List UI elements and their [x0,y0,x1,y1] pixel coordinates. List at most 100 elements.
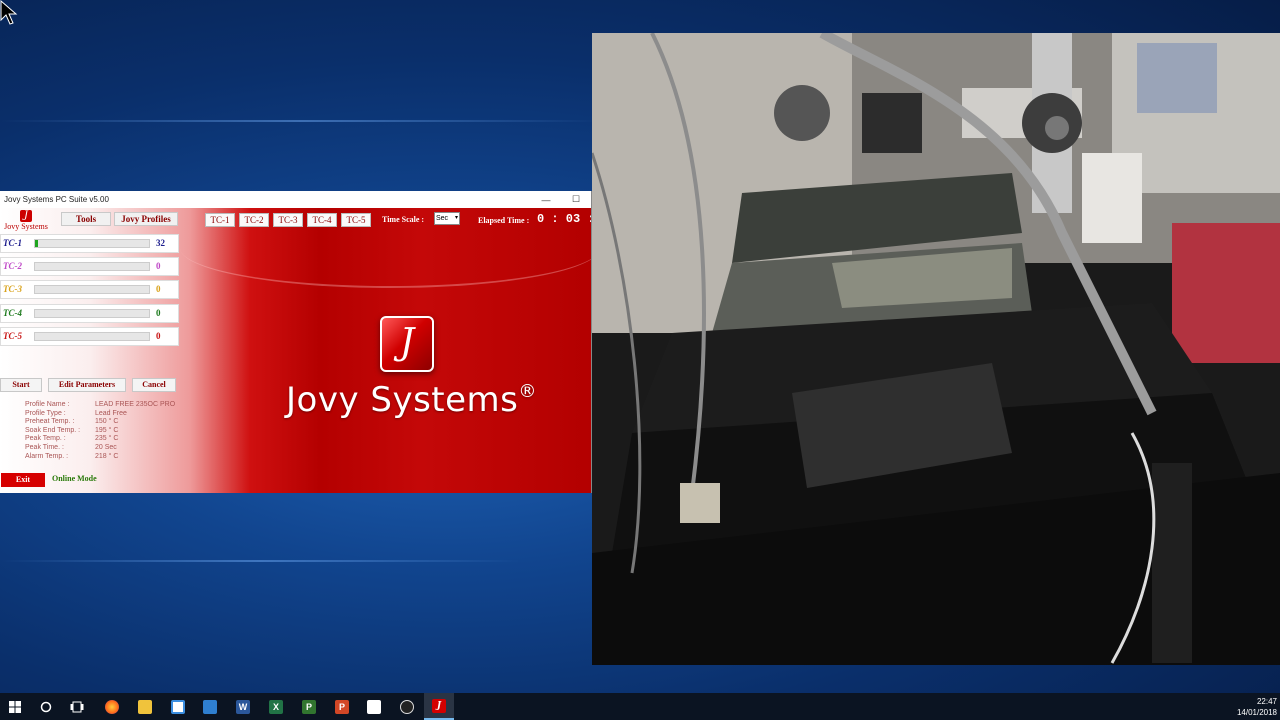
jovy-logo-icon: J [20,210,32,222]
mouse-cursor-icon [0,0,18,25]
clock-time: 22:47 [1256,697,1277,706]
tc4-label: TC-4 [3,308,22,318]
profile-key: Soak End Temp. : [25,426,81,434]
brand-text: Jovy Systems [286,380,519,420]
time-scale-value: Sec [436,215,449,222]
store-icon [171,699,185,714]
tc4-progress-bar [34,309,150,318]
project-taskbar-button[interactable]: P [294,693,324,720]
tc4-value: 0 [156,308,161,318]
profile-info: Profile Name : LEAD FREE 235OC PRO Profil… [25,401,175,461]
tc5-toggle-button[interactable]: TC-5 [341,213,371,227]
cortana-search-icon [40,701,52,712]
firefox-taskbar-button[interactable] [97,693,127,720]
file-explorer-icon [138,699,152,714]
tc5-progress-bar [34,332,150,341]
chevron-down-icon: ▾ [454,215,458,221]
project-icon: P [302,699,316,714]
elapsed-time-value: 0 : 03 : 2 [537,212,591,226]
jovy-app-icon: J [432,698,446,713]
profile-value: 235 ° C [95,435,119,443]
photos-taskbar-button[interactable] [195,693,225,720]
brand-name: Jovy Systems® [286,380,537,420]
store-taskbar-button[interactable] [163,693,193,720]
tc2-label: TC-2 [3,261,22,271]
firefox-icon [105,699,119,714]
window-titlebar[interactable]: Jovy Systems PC Suite v5.00 — ☐ [0,191,591,208]
time-scale-select[interactable]: Sec ▾ [434,212,460,225]
tc3-label: TC-3 [3,284,22,294]
tc1-progress-bar [34,239,150,248]
profile-key: Profile Name : [25,401,70,408]
rework-station-photo [592,33,1280,665]
time-scale-label: Time Scale : [382,215,425,224]
tc1-value: 32 [156,238,165,248]
profile-row: Profile Type : Lead Free [25,410,175,419]
profile-row: Preheat Temp. : 150 ° C [25,418,175,427]
profile-key: Preheat Temp. : [25,418,75,426]
minimize-button[interactable]: — [531,195,561,205]
tc5-label: TC-5 [3,331,22,341]
tc2-progress-bar [34,262,150,271]
elapsed-time-label: Elapsed Time : [478,216,530,225]
jovy-app-taskbar-button[interactable]: J [424,693,454,720]
start-button[interactable]: Start [0,378,42,392]
tc1-label: TC-1 [3,238,22,248]
file-explorer-taskbar-button[interactable] [130,693,160,720]
obs-icon [400,699,414,714]
jovy-big-logo-icon: J [380,316,434,372]
edit-parameters-button[interactable]: Edit Parameters [48,378,126,392]
tc4-panel: TC-4 0 [0,304,179,323]
tc3-panel: TC-3 0 [0,280,179,299]
powerpoint-taskbar-button[interactable]: P [327,693,357,720]
photos-icon [203,699,217,714]
tc3-value: 0 [156,284,161,294]
task-view-icon [70,701,84,712]
tc2-toggle-button[interactable]: TC-2 [239,213,269,227]
profile-value: Lead Free [95,409,127,417]
wallpaper-streak [0,560,520,562]
mail-icon [367,699,381,714]
tc5-value: 0 [156,331,161,341]
excel-icon: X [269,699,283,714]
camera-feed-image [592,33,1280,665]
tc3-toggle-button[interactable]: TC-3 [273,213,303,227]
system-clock[interactable]: 22:47 14/01/2018 [1237,696,1277,718]
profile-value: 150 ° C [95,418,119,426]
maximize-button[interactable]: ☐ [561,194,591,205]
cancel-button[interactable]: Cancel [132,378,176,392]
app-body: J Jovy Systems Tools Jovy Profiles TC-1 … [0,208,591,493]
wallpaper-streak [0,120,600,122]
profile-key: Profile Type : [25,409,66,417]
obs-taskbar-button[interactable] [392,693,422,720]
jovy-logo: J Jovy Systems [2,210,50,231]
excel-taskbar-button[interactable]: X [261,693,291,720]
tc3-progress-bar [34,285,150,294]
profile-key: Peak Time. : [25,443,64,451]
task-view-button[interactable] [62,693,92,720]
profile-value: LEAD FREE 235OC PRO [95,401,176,408]
profile-value: 20 Sec [95,443,117,451]
tc4-toggle-button[interactable]: TC-4 [307,213,337,227]
tc1-progress-fill [35,240,39,247]
profile-row: Profile Name : LEAD FREE 235OC PRO [25,401,175,410]
profile-row: Alarm Temp. : 218 ° C [25,453,175,462]
jovy-profiles-button[interactable]: Jovy Profiles [114,212,178,226]
word-icon: W [236,699,250,714]
windows-taskbar: W X P P J 22:47 14/01/2018 [0,693,1280,720]
tc2-value: 0 [156,261,161,271]
registered-mark: ® [518,381,537,402]
tc1-toggle-button[interactable]: TC-1 [205,213,235,227]
profile-row: Peak Time. : 20 Sec [25,444,175,453]
profile-key: Alarm Temp. : [25,452,69,460]
word-taskbar-button[interactable]: W [228,693,258,720]
jovy-app-window: Jovy Systems PC Suite v5.00 — ☐ J Jovy S… [0,191,592,493]
tools-button[interactable]: Tools [61,212,111,226]
cortana-search-button[interactable] [31,693,61,720]
clock-date: 14/01/2018 [1236,708,1277,717]
start-button[interactable] [0,693,30,720]
mail-taskbar-button[interactable] [359,693,389,720]
exit-button[interactable]: Exit [1,473,45,487]
profile-value: 218 ° C [95,452,119,460]
logo-text: Jovy Systems [4,222,48,231]
